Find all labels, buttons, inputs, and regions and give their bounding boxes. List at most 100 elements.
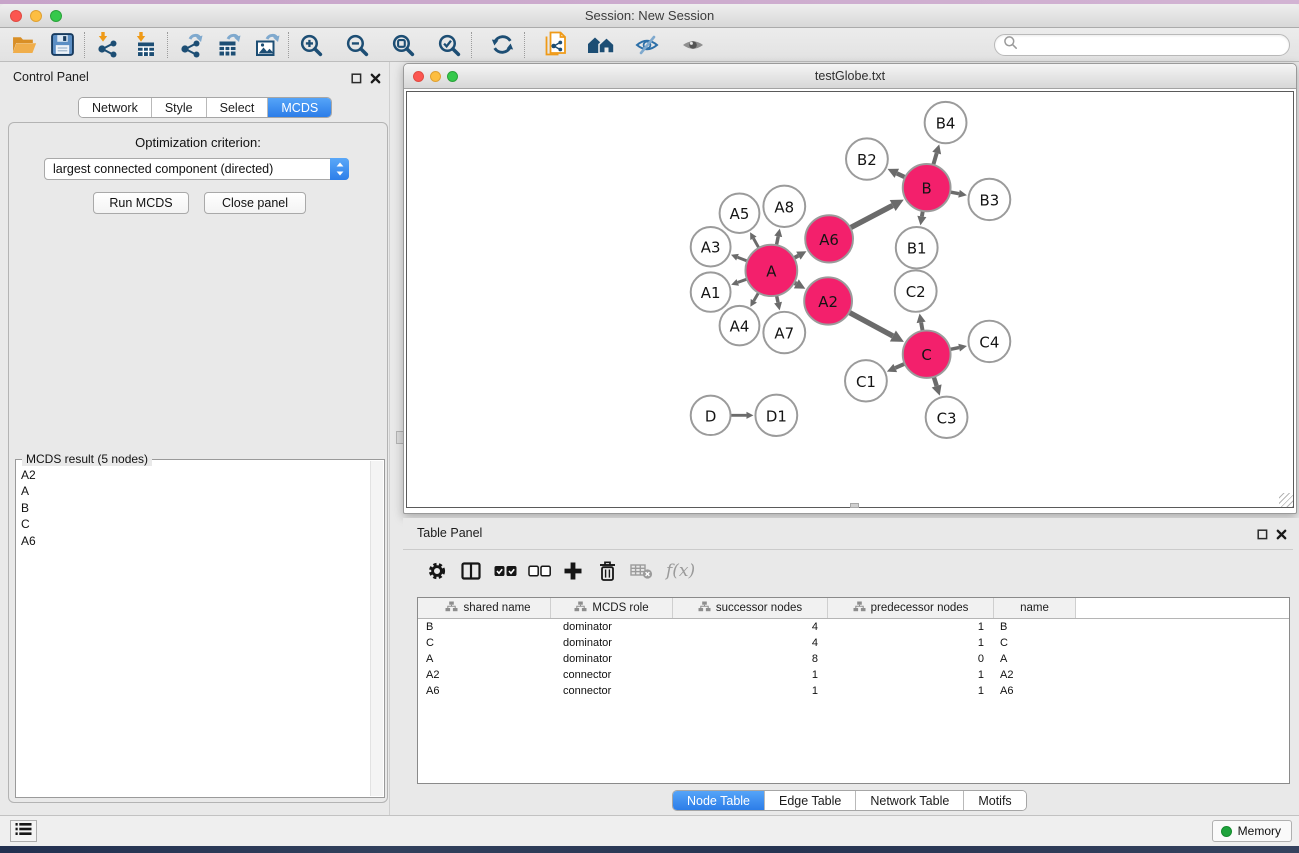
canvas-scroll-handle[interactable] [850,503,859,508]
svg-text:A3: A3 [701,239,721,257]
zoom-out-icon [345,33,369,57]
zoom-in-icon [299,33,323,57]
status-bar: Memory [0,815,1299,846]
table-row[interactable]: A dominator 8 0 A [418,651,1289,667]
trash-icon [597,560,618,582]
optimization-criterion-label: Optimization criterion: [9,135,387,150]
memory-button[interactable]: Memory [1212,820,1292,842]
svg-text:C: C [921,346,931,364]
mcds-result-list[interactable]: A2 A B C A6 [16,463,370,797]
result-item[interactable]: A2 [21,467,370,483]
svg-text:C1: C1 [856,373,876,391]
tab-mcds[interactable]: MCDS [268,98,331,117]
table-row[interactable]: A2 connector 1 1 A2 [418,667,1289,683]
svg-text:A6: A6 [819,231,839,249]
show-graphics-details-button[interactable] [678,30,708,60]
cell-successor-nodes: 4 [673,637,828,649]
close-panel-icon[interactable] [1276,527,1287,545]
tab-network[interactable]: Network [79,98,152,117]
column-header-predecessor-nodes[interactable]: predecessor nodes [828,598,994,618]
float-panel-icon[interactable] [351,71,362,89]
cell-mcds-role: connector [551,669,673,681]
zoom-selected-button[interactable] [434,30,464,60]
open-file-button[interactable] [9,30,39,60]
refresh-button[interactable] [487,30,517,60]
home-button[interactable] [586,30,616,60]
column-header-mcds-role[interactable]: MCDS role [551,598,673,618]
close-panel-button[interactable]: Close panel [204,192,306,214]
save-floppy-icon [51,33,74,56]
export-image-button[interactable] [251,30,281,60]
run-mcds-button[interactable]: Run MCDS [93,192,189,214]
titlebar[interactable]: Session: New Session [0,4,1299,28]
tab-motifs[interactable]: Motifs [964,791,1025,810]
tab-network-table[interactable]: Network Table [856,791,964,810]
float-panel-icon[interactable] [1257,527,1268,545]
window-resize-grip[interactable] [1279,493,1293,507]
hierarchy-icon [853,601,866,615]
eye-slash-icon [634,33,660,57]
columns-icon [460,560,482,582]
zoom-in-button[interactable] [296,30,326,60]
table-row[interactable]: C dominator 4 1 C [418,635,1289,651]
table-panel: Table Panel [403,518,1299,815]
control-panel-title: Control Panel [13,70,89,84]
cell-mcds-role: dominator [551,637,673,649]
column-header-shared-name[interactable]: shared name [418,598,551,618]
unselect-all-button[interactable] [522,554,556,588]
hide-graphics-details-button[interactable] [632,30,662,60]
svg-text:A2: A2 [818,293,838,311]
export-network-button[interactable] [175,30,205,60]
criterion-dropdown[interactable]: largest connected component (directed) [44,158,349,180]
result-item[interactable]: A6 [21,533,370,549]
function-builder-button[interactable]: f(x) [666,561,695,581]
toolbar-separator [288,32,289,58]
table-row[interactable]: A6 connector 1 1 A6 [418,683,1289,699]
mcds-result-box: MCDS result (5 nodes) A2 A B C A6 [15,459,385,798]
mcds-tab-content: Optimization criterion: largest connecte… [8,122,388,803]
show-column-button[interactable] [454,554,488,588]
duplicate-network-button[interactable] [540,30,570,60]
cell-shared-name: C [418,637,551,649]
svg-text:D: D [705,407,716,425]
search-icon [1003,35,1018,55]
result-item[interactable]: A [21,483,370,499]
cell-predecessor-nodes: 0 [828,653,994,665]
zoom-out-button[interactable] [342,30,372,60]
result-scrollbar[interactable] [370,461,383,796]
tab-select[interactable]: Select [207,98,269,117]
svg-text:B1: B1 [907,240,927,258]
delete-column-button[interactable] [590,554,624,588]
column-header-name[interactable]: name [994,598,1076,618]
import-network-button[interactable] [92,30,122,60]
hierarchy-icon [574,601,587,615]
table-row[interactable]: B dominator 4 1 B [418,619,1289,635]
tab-edge-table[interactable]: Edge Table [765,791,856,810]
delete-table-button[interactable] [624,554,658,588]
export-table-button[interactable] [213,30,243,60]
network-window-titlebar[interactable]: testGlobe.txt [404,64,1296,89]
cell-name: A6 [994,685,1076,697]
svg-text:A1: A1 [701,284,721,302]
task-history-button[interactable] [10,820,37,842]
select-all-button[interactable] [488,554,522,588]
import-table-button[interactable] [130,30,160,60]
save-session-button[interactable] [47,30,77,60]
delete-table-icon [630,562,653,580]
cell-name: A [994,653,1076,665]
search-input[interactable] [1023,38,1281,52]
search-box[interactable] [994,34,1290,56]
tab-node-table[interactable]: Node Table [673,791,765,810]
add-column-button[interactable] [556,554,590,588]
memory-label: Memory [1238,824,1281,838]
tab-style[interactable]: Style [152,98,207,117]
zoom-fit-button[interactable] [388,30,418,60]
result-item[interactable]: C [21,516,370,532]
svg-text:C3: C3 [937,409,957,427]
table-settings-button[interactable] [420,554,454,588]
close-panel-icon[interactable] [370,71,381,89]
result-item[interactable]: B [21,500,370,516]
network-canvas[interactable]: AA6A2BCA5A8A3A1A4A7B2B4B3B1C2C4C1C3DD1 [406,91,1294,508]
column-header-successor-nodes[interactable]: successor nodes [673,598,828,618]
cell-shared-name: B [418,621,551,633]
